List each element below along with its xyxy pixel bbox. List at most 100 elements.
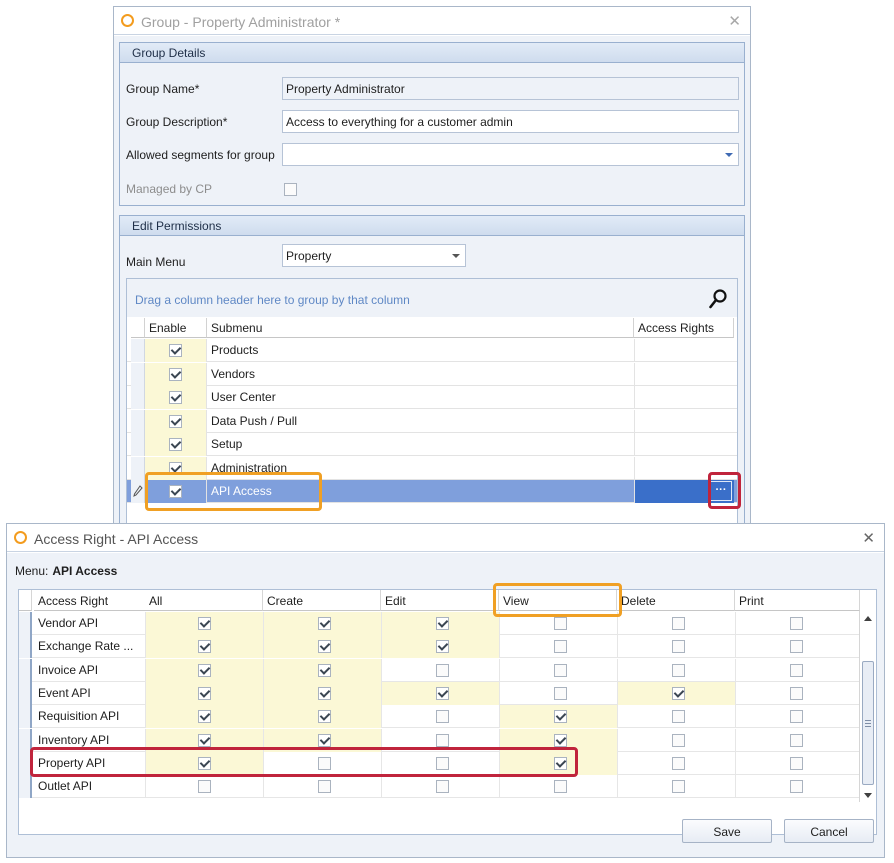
- table-row[interactable]: User Center: [127, 386, 737, 409]
- create-checkbox[interactable]: [318, 617, 331, 630]
- group-by-panel[interactable]: Drag a column header here to group by th…: [127, 279, 737, 317]
- row-indicator[interactable]: [19, 681, 32, 705]
- vertical-scrollbar[interactable]: [859, 611, 876, 802]
- enable-checkbox[interactable]: [169, 391, 182, 404]
- view-checkbox[interactable]: [554, 663, 567, 677]
- create-checkbox[interactable]: [318, 640, 331, 654]
- access-rights-cell[interactable]: [634, 362, 734, 386]
- print-checkbox[interactable]: [790, 756, 803, 770]
- group-name-field[interactable]: Property Administrator: [282, 77, 739, 100]
- row-indicator[interactable]: [19, 658, 32, 682]
- table-row[interactable]: Setup: [127, 433, 737, 456]
- close-icon[interactable]: ✕: [728, 12, 741, 30]
- all-checkbox[interactable]: [198, 640, 211, 654]
- table-row[interactable]: Event API: [19, 681, 860, 705]
- delete-checkbox[interactable]: [672, 710, 685, 724]
- enable-checkbox[interactable]: [169, 414, 182, 428]
- all-checkbox[interactable]: [198, 780, 211, 794]
- table-row[interactable]: Invoice API: [19, 658, 860, 682]
- cancel-button[interactable]: Cancel: [784, 819, 874, 843]
- row-indicator[interactable]: [131, 386, 145, 409]
- delete-checkbox[interactable]: [672, 780, 685, 794]
- scrollbar-thumb[interactable]: [862, 661, 874, 785]
- close-icon[interactable]: ✕: [862, 529, 875, 547]
- enable-checkbox[interactable]: [169, 367, 182, 381]
- print-checkbox[interactable]: [790, 617, 803, 630]
- table-row[interactable]: Products: [127, 339, 737, 362]
- enable-checkbox[interactable]: [169, 438, 182, 451]
- view-checkbox[interactable]: [554, 617, 567, 630]
- access-rights-cell[interactable]: [634, 433, 734, 456]
- all-checkbox[interactable]: [198, 686, 211, 700]
- all-checkbox[interactable]: [198, 617, 211, 630]
- column-header-all[interactable]: All: [145, 590, 263, 611]
- access-rights-cell[interactable]: [634, 386, 734, 409]
- table-row[interactable]: Exchange Rate ...: [19, 635, 860, 659]
- print-checkbox[interactable]: [790, 780, 803, 794]
- edit-checkbox[interactable]: [436, 733, 449, 747]
- edit-checkbox[interactable]: [436, 686, 449, 700]
- main-menu-dropdown[interactable]: Property: [282, 244, 466, 267]
- view-checkbox[interactable]: [554, 710, 567, 724]
- edit-checkbox[interactable]: [436, 710, 449, 724]
- create-checkbox[interactable]: [318, 710, 331, 724]
- create-checkbox[interactable]: [318, 733, 331, 747]
- row-indicator[interactable]: [131, 339, 145, 362]
- managed-by-cp-checkbox[interactable]: [284, 183, 297, 196]
- enable-checkbox[interactable]: [169, 344, 182, 357]
- all-checkbox[interactable]: [198, 663, 211, 677]
- view-checkbox[interactable]: [554, 733, 567, 747]
- allowed-segments-dropdown[interactable]: [282, 143, 739, 166]
- delete-checkbox[interactable]: [672, 733, 685, 747]
- create-checkbox[interactable]: [318, 780, 331, 794]
- table-row[interactable]: Outlet API: [19, 775, 860, 799]
- access-right-titlebar[interactable]: Access Right - API Access ✕: [7, 524, 884, 552]
- column-header-submenu[interactable]: Submenu: [207, 318, 634, 338]
- column-header-print[interactable]: Print: [735, 590, 860, 611]
- view-checkbox[interactable]: [554, 640, 567, 654]
- row-indicator[interactable]: [19, 705, 32, 729]
- row-indicator[interactable]: [19, 612, 32, 635]
- access-rights-cell[interactable]: [634, 339, 734, 362]
- delete-checkbox[interactable]: [672, 686, 685, 700]
- print-checkbox[interactable]: [790, 710, 803, 724]
- row-indicator[interactable]: [131, 456, 145, 480]
- column-header-edit[interactable]: Edit: [381, 590, 499, 611]
- view-checkbox[interactable]: [554, 780, 567, 794]
- column-header-enable[interactable]: Enable: [145, 318, 207, 338]
- row-indicator[interactable]: [131, 480, 145, 503]
- search-icon[interactable]: [709, 289, 727, 309]
- group-description-field[interactable]: Access to everything for a customer admi…: [282, 110, 739, 133]
- row-indicator[interactable]: [131, 433, 145, 456]
- edit-checkbox[interactable]: [436, 780, 449, 794]
- table-row[interactable]: Data Push / Pull: [127, 409, 737, 433]
- print-checkbox[interactable]: [790, 640, 803, 654]
- table-row[interactable]: Vendor API: [19, 612, 860, 635]
- print-checkbox[interactable]: [790, 663, 803, 677]
- row-indicator[interactable]: [131, 409, 145, 433]
- chevron-down-icon[interactable]: [452, 254, 460, 258]
- column-header-delete[interactable]: Delete: [617, 590, 735, 611]
- edit-checkbox[interactable]: [436, 617, 449, 630]
- print-checkbox[interactable]: [790, 733, 803, 747]
- delete-checkbox[interactable]: [672, 756, 685, 770]
- chevron-down-icon[interactable]: [725, 153, 733, 157]
- column-header-access-right[interactable]: Access Right: [34, 590, 147, 611]
- delete-checkbox[interactable]: [672, 617, 685, 630]
- save-button[interactable]: Save: [682, 819, 772, 843]
- group-window-titlebar[interactable]: Group - Property Administrator * ✕: [114, 7, 750, 35]
- delete-checkbox[interactable]: [672, 663, 685, 677]
- edit-checkbox[interactable]: [436, 663, 449, 677]
- scroll-down-icon[interactable]: [864, 793, 872, 798]
- delete-checkbox[interactable]: [672, 640, 685, 654]
- row-indicator[interactable]: [131, 362, 145, 386]
- create-checkbox[interactable]: [318, 686, 331, 700]
- access-rights-cell[interactable]: [634, 409, 734, 433]
- column-header-create[interactable]: Create: [263, 590, 381, 611]
- create-checkbox[interactable]: [318, 663, 331, 677]
- print-checkbox[interactable]: [790, 686, 803, 700]
- edit-checkbox[interactable]: [436, 640, 449, 654]
- scroll-up-icon[interactable]: [864, 616, 872, 621]
- all-checkbox[interactable]: [198, 710, 211, 724]
- row-indicator[interactable]: [19, 775, 32, 799]
